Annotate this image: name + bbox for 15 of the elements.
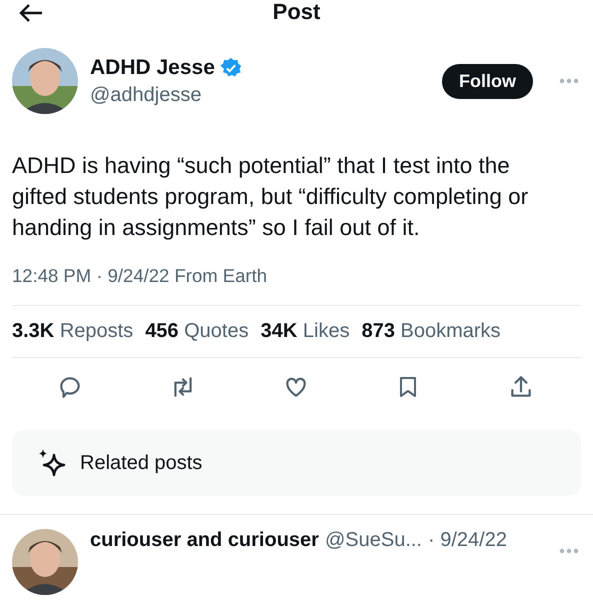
author-name: ADHD Jesse xyxy=(90,56,215,80)
page-title: Post xyxy=(272,0,320,25)
reply-author-name: curiouser and curiouser xyxy=(90,529,319,552)
post-timestamp: 12:48 PM · 9/24/22 From Earth xyxy=(12,265,268,287)
follow-button[interactable]: Follow xyxy=(442,64,533,98)
share-icon[interactable] xyxy=(508,374,534,400)
engagement-stat[interactable]: 34K Likes xyxy=(260,320,350,343)
related-posts-button[interactable]: Related posts xyxy=(12,430,581,496)
engagement-stat[interactable]: 456 Quotes xyxy=(145,320,249,343)
reply-date: · 9/24/22 xyxy=(428,529,507,552)
author-handle: @adhdjesse xyxy=(90,84,202,106)
engagement-stat[interactable]: 873 Bookmarks xyxy=(362,320,501,343)
post-text: ADHD is having “such potential” that I test into the gifted students program, but “difficulty completing or handing in assignments” so I fail out of it. xyxy=(12,152,530,242)
reply-author-handle: @SueSu... xyxy=(324,529,422,552)
engagement-stat[interactable]: 3.3K Reposts xyxy=(12,320,134,343)
